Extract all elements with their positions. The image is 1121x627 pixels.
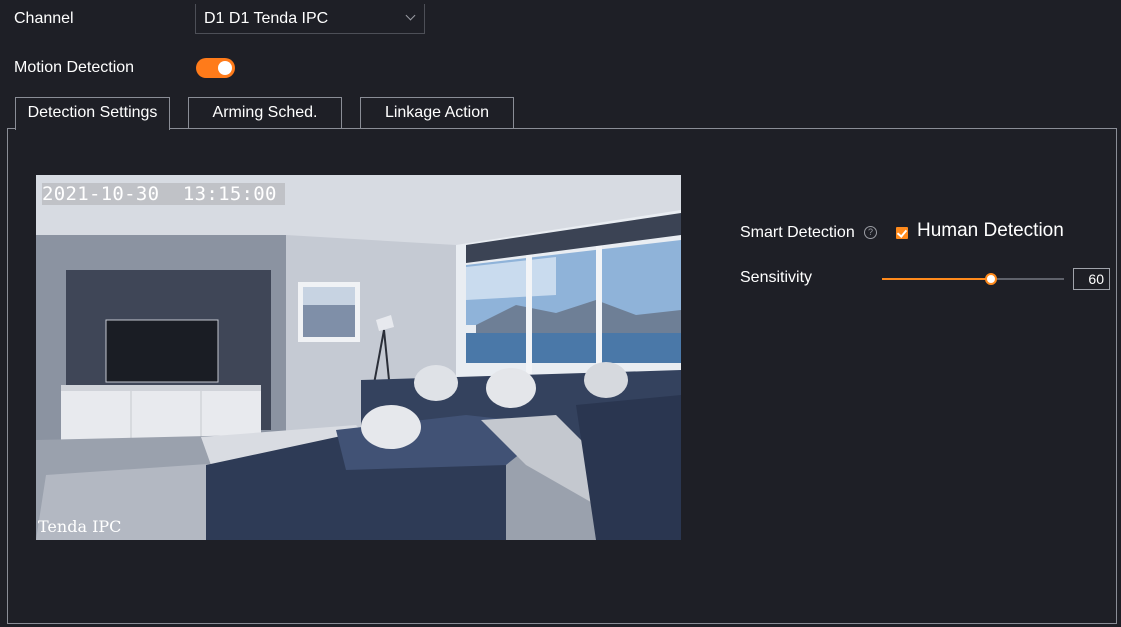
motion-detection-page: Channel D1 D1 Tenda IPC Motion Detection…: [0, 0, 1121, 627]
human-detection-checkbox[interactable]: [896, 227, 908, 239]
channel-select[interactable]: D1 D1 Tenda IPC: [195, 4, 425, 34]
question-circle-icon[interactable]: ?: [864, 226, 877, 239]
osd-camera-name: Tenda IPC: [38, 517, 122, 536]
sensitivity-value-input[interactable]: 60: [1073, 268, 1110, 290]
motion-detection-toggle[interactable]: [196, 58, 235, 78]
smart-detection-label: Smart Detection: [740, 224, 855, 241]
channel-selected-value: D1 D1 Tenda IPC: [204, 10, 329, 27]
sensitivity-slider-fill: [882, 278, 991, 280]
motion-detection-label: Motion Detection: [14, 59, 135, 76]
tab-detection-settings[interactable]: Detection Settings: [15, 97, 170, 130]
toggle-knob: [218, 61, 232, 75]
human-detection-label: Human Detection: [917, 220, 1064, 241]
living-room-image: [36, 175, 681, 540]
tab-arming-sched[interactable]: Arming Sched.: [188, 97, 342, 128]
chevron-down-icon: [405, 10, 416, 21]
tab-linkage-action[interactable]: Linkage Action: [360, 97, 514, 128]
sensitivity-slider[interactable]: [882, 273, 1064, 285]
sensitivity-slider-thumb[interactable]: [985, 273, 997, 285]
osd-timestamp: 2021-10-30 13:15:00: [42, 183, 285, 205]
channel-label: Channel: [14, 10, 74, 27]
camera-preview[interactable]: 2021-10-30 13:15:00 Tenda IPC: [36, 175, 681, 540]
sensitivity-label: Sensitivity: [740, 269, 813, 286]
